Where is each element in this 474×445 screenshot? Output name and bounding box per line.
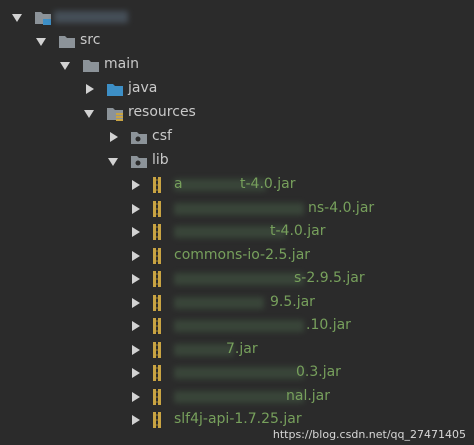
collapse-arrow-icon[interactable]	[132, 250, 140, 261]
jar-row[interactable]: 7.jar	[0, 338, 474, 362]
csf-label: csf	[152, 128, 172, 144]
redacted-jar-name	[174, 390, 304, 403]
jar-label-visible-part: 9.5.jar	[270, 293, 315, 310]
redacted-jar-name	[174, 296, 264, 309]
source-folder-icon	[106, 81, 124, 101]
tree-row-main[interactable]: main	[0, 53, 474, 77]
folder-icon	[82, 57, 100, 77]
collapse-arrow-icon[interactable]	[132, 344, 140, 355]
resources-label: resources	[128, 104, 196, 120]
jar-icon	[152, 247, 166, 269]
lib-label: lib	[152, 152, 169, 168]
jar-icon	[152, 317, 166, 339]
tree-row-csf[interactable]: csf	[0, 125, 474, 149]
tree-row-java[interactable]: java	[0, 77, 474, 101]
jar-label-visible-part: s-2.9.5.jar	[294, 270, 365, 286]
jar-icon	[152, 223, 166, 245]
jar-row[interactable]: ns-4.0.jar	[0, 197, 474, 221]
tree-row-project[interactable]	[0, 5, 474, 29]
jar-icon	[152, 294, 166, 316]
jar-label-visible-part: t-4.0.jar	[240, 176, 296, 192]
redacted-jar-name	[174, 202, 304, 215]
jar-label-visible-part: .10.jar	[306, 317, 351, 333]
jar-row[interactable]: a t-4.0.jar	[0, 173, 474, 197]
jar-icon	[152, 411, 166, 433]
src-label: src	[80, 32, 101, 48]
expand-arrow-icon[interactable]	[12, 14, 22, 22]
expand-arrow-icon[interactable]	[84, 110, 94, 118]
package-folder-icon	[130, 129, 148, 149]
collapse-arrow-icon[interactable]	[132, 227, 140, 237]
folder-icon	[58, 33, 76, 53]
jar-label: commons-io-2.5.jar	[174, 246, 311, 263]
jar-row[interactable]: 0.3.jar	[0, 361, 474, 385]
collapse-arrow-icon[interactable]	[132, 297, 140, 308]
jar-icon	[152, 176, 166, 198]
jar-label-visible-part: t-4.0.jar	[270, 223, 326, 239]
package-folder-icon	[130, 153, 148, 173]
collapse-arrow-icon[interactable]	[132, 274, 140, 284]
collapse-arrow-icon[interactable]	[132, 391, 140, 402]
jar-row[interactable]: nal.jar	[0, 385, 474, 409]
collapse-arrow-icon[interactable]	[132, 321, 140, 331]
jar-row[interactable]: t-4.0.jar	[0, 220, 474, 244]
jar-label-visible-part: ns-4.0.jar	[308, 199, 375, 216]
redacted-project-name	[54, 11, 128, 23]
module-folder-icon	[34, 9, 52, 29]
jar-icon	[152, 341, 166, 363]
redacted-jar-name	[174, 367, 304, 379]
tree-row-lib[interactable]: lib	[0, 149, 474, 173]
jar-icon	[152, 364, 166, 386]
jar-row[interactable]: 9.5.jar	[0, 291, 474, 315]
jar-icon	[152, 270, 166, 292]
jar-label: slf4j-api-1.7.25.jar	[174, 411, 302, 427]
collapse-arrow-icon[interactable]	[132, 415, 140, 425]
redacted-jar-name	[174, 320, 304, 332]
tree-row-resources[interactable]: resources	[0, 101, 474, 125]
tree-row-src[interactable]: src	[0, 29, 474, 53]
main-label: main	[104, 56, 139, 72]
jar-icon	[152, 200, 166, 222]
expand-arrow-icon[interactable]	[108, 158, 118, 166]
watermark: https://blog.csdn.net/qq_27471405	[272, 428, 466, 441]
expand-arrow-icon[interactable]	[36, 38, 46, 46]
resources-folder-icon	[106, 105, 124, 125]
expand-arrow-icon[interactable]	[60, 62, 70, 70]
java-label: java	[128, 80, 158, 96]
collapse-arrow-icon[interactable]	[110, 132, 118, 142]
jar-row[interactable]: commons-io-2.5.jar	[0, 244, 474, 268]
collapse-arrow-icon[interactable]	[132, 180, 140, 190]
jar-label-visible-part: nal.jar	[286, 387, 331, 404]
jar-row[interactable]: s-2.9.5.jar	[0, 267, 474, 291]
collapse-arrow-icon[interactable]	[132, 203, 140, 214]
redacted-jar-name	[174, 343, 234, 356]
jar-row[interactable]: .10.jar	[0, 314, 474, 338]
jar-label: a	[174, 176, 183, 192]
jar-label-visible-part: 0.3.jar	[296, 364, 341, 380]
collapse-arrow-icon[interactable]	[132, 368, 140, 378]
collapse-arrow-icon[interactable]	[86, 84, 94, 94]
jar-label-visible-part: 7.jar	[226, 340, 258, 357]
jar-icon	[152, 388, 166, 410]
redacted-jar-name	[174, 273, 304, 285]
